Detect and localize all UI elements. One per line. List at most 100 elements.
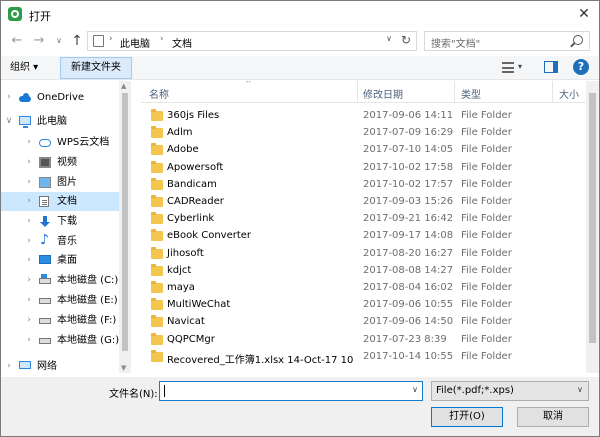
sidebar-item[interactable]: › 本地磁盘 (E:) <box>1 291 119 310</box>
file-row[interactable]: 360js Files 2017-09-06 14:11 File Folder <box>141 108 586 125</box>
recent-locations-button[interactable]: ∨ <box>51 32 67 50</box>
organize-menu-button[interactable]: 组织 ▾ <box>10 60 38 76</box>
file-row[interactable]: CADReader 2017-09-03 15:26 File Folder <box>141 194 586 211</box>
sidebar-scroll-thumb[interactable] <box>122 93 128 351</box>
sidebar-item-label: 此电脑 <box>37 116 67 127</box>
chevron-right-icon[interactable]: › <box>25 311 33 330</box>
forward-button[interactable]: → <box>31 32 47 50</box>
chevron-right-icon[interactable]: › <box>5 88 13 107</box>
file-row[interactable]: Bandicam 2017-10-02 17:57 File Folder <box>141 177 586 194</box>
file-type-select[interactable]: File(*.pdf;*.xps) ∨ <box>431 381 589 401</box>
folder-icon <box>151 143 163 156</box>
sidebar-item[interactable]: › 本地磁盘 (C:) <box>1 271 119 290</box>
navigation-bar: ← → ∨ ↑ › 此电脑 › 文档 ∨ ↻ 搜索"文档" <box>1 29 599 53</box>
file-row[interactable]: Apowersoft 2017-10-02 17:58 File Folder <box>141 160 586 177</box>
file-row[interactable]: Jihosoft 2017-08-20 16:27 File Folder <box>141 246 586 263</box>
breadcrumb-separator[interactable]: › <box>109 34 113 44</box>
chevron-right-icon[interactable]: › <box>25 331 33 350</box>
file-list-scrollbar[interactable] <box>586 81 599 373</box>
new-folder-button[interactable]: 新建文件夹 <box>60 57 132 79</box>
file-modified-date: 2017-10-02 17:57 <box>363 178 454 190</box>
chevron-right-icon[interactable]: › <box>25 251 33 270</box>
sidebar-item[interactable]: › 图片 <box>1 173 119 192</box>
address-bar[interactable]: › 此电脑 › 文档 ∨ ↻ <box>87 31 417 51</box>
sidebar-item[interactable]: ∨ 此电脑 <box>1 112 119 131</box>
dialog-footer: 文件名(N): ∨ File(*.pdf;*.xps) ∨ 打开(O) 取消 <box>1 377 599 436</box>
file-name: Navicat <box>167 316 205 328</box>
column-modified[interactable]: 修改日期 <box>363 86 403 101</box>
help-icon[interactable]: ? <box>573 59 589 75</box>
file-row[interactable]: eBook Converter 2017-09-17 14:08 File Fold… <box>141 228 586 245</box>
network-icon <box>19 361 31 369</box>
folder-icon <box>151 160 163 173</box>
sidebar-item[interactable]: › 文档 <box>1 192 119 211</box>
file-list-scroll-thumb[interactable] <box>589 93 596 343</box>
file-row[interactable]: Recovered_工作簿1.xlsx 14-Oct-17 10 2017-10-… <box>141 349 586 366</box>
chevron-right-icon[interactable]: › <box>25 173 33 192</box>
open-file-dialog: 打开 ✕ ← → ∨ ↑ › 此电脑 › 文档 ∨ ↻ 搜索"文档" 组织 ▾ … <box>0 0 600 437</box>
sidebar-item[interactable]: › 网络 <box>1 357 119 376</box>
sidebar-item[interactable]: › WPS云文档 <box>1 133 119 152</box>
column-name[interactable]: 名称 <box>149 86 169 101</box>
preview-pane-icon[interactable] <box>544 61 558 73</box>
file-row[interactable]: kdjct 2017-08-08 14:27 File Folder <box>141 263 586 280</box>
breadcrumb-separator[interactable]: › <box>160 34 164 44</box>
sidebar-item[interactable]: › 音乐 <box>1 231 119 251</box>
file-row[interactable]: Adobe 2017-07-10 14:05 File Folder <box>141 142 586 159</box>
sidebar-item[interactable]: › 桌面 <box>1 251 119 270</box>
file-row[interactable]: MultiWeChat 2017-09-06 10:55 File Folder <box>141 297 586 314</box>
chevron-right-icon[interactable]: › <box>25 192 33 211</box>
chevron-right-icon[interactable]: › <box>25 232 33 251</box>
column-size[interactable]: 大小 <box>559 86 579 101</box>
chevron-down-icon[interactable]: ∨ <box>5 112 13 131</box>
file-type: File Folder <box>461 282 512 293</box>
computer-icon <box>19 116 31 128</box>
filename-input[interactable]: ∨ <box>159 381 423 401</box>
cancel-button[interactable]: 取消 <box>517 407 589 427</box>
file-row[interactable]: Adlm 2017-07-09 16:29 File Folder <box>141 125 586 142</box>
file-row[interactable]: QQPCMgr 2017-07-23 8:39 File Folder <box>141 332 586 349</box>
search-input[interactable]: 搜索"文档" <box>424 31 590 51</box>
sidebar-item[interactable]: › OneDrive <box>1 88 119 107</box>
view-options-dropdown[interactable]: ▾ <box>518 62 522 71</box>
view-options-icon[interactable] <box>502 62 514 73</box>
file-list: ^ 名称 修改日期 类型 大小 360js Files 2017-09-06 14… <box>141 81 599 377</box>
folder-icon <box>151 281 163 293</box>
search-icon[interactable] <box>573 35 583 45</box>
breadcrumb-documents[interactable]: 文档 <box>172 35 192 50</box>
open-button[interactable]: 打开(O) <box>431 407 503 427</box>
folder-icon <box>151 126 163 139</box>
up-button[interactable]: ↑ <box>69 32 85 50</box>
column-type[interactable]: 类型 <box>461 86 481 101</box>
chevron-right-icon[interactable]: › <box>25 133 33 152</box>
column-divider[interactable] <box>357 81 358 103</box>
file-row[interactable]: Cyberlink 2017-09-21 16:42 File Folder <box>141 211 586 228</box>
scroll-down-icon[interactable]: ▼ <box>121 364 126 372</box>
back-button[interactable]: ← <box>9 32 25 50</box>
chevron-right-icon[interactable]: › <box>5 357 13 376</box>
filename-dropdown-icon[interactable]: ∨ <box>412 385 418 394</box>
chevron-right-icon[interactable]: › <box>25 291 33 310</box>
file-row[interactable]: Navicat 2017-09-06 14:50 File Folder <box>141 314 586 331</box>
sidebar-scrollbar[interactable]: ▲ ▼ <box>119 81 131 373</box>
folder-icon <box>151 298 163 311</box>
chevron-right-icon[interactable]: › <box>25 271 33 290</box>
file-type: File Folder <box>461 196 512 207</box>
column-divider[interactable] <box>454 81 455 103</box>
chevron-right-icon[interactable]: › <box>25 212 33 231</box>
chevron-right-icon[interactable]: › <box>25 153 33 172</box>
file-name: eBook Converter <box>167 230 252 242</box>
sidebar-item[interactable]: › 本地磁盘 (F:) <box>1 311 119 330</box>
breadcrumb-this-pc[interactable]: 此电脑 <box>120 35 150 50</box>
file-modified-date: 2017-09-03 15:26 <box>363 196 454 207</box>
close-button[interactable]: ✕ <box>575 5 593 23</box>
refresh-icon[interactable]: ↻ <box>401 33 411 47</box>
file-row[interactable]: maya 2017-08-04 16:02 File Folder <box>141 280 586 297</box>
column-divider[interactable] <box>552 81 553 103</box>
sidebar-item[interactable]: › 本地磁盘 (G:) <box>1 331 119 350</box>
sidebar-item[interactable]: › 下载 <box>1 212 119 231</box>
sidebar-item[interactable]: › 视频 <box>1 153 119 172</box>
address-dropdown-icon[interactable]: ∨ <box>386 34 392 43</box>
scroll-up-icon[interactable]: ▲ <box>121 82 126 90</box>
file-type-dropdown-icon[interactable]: ∨ <box>577 385 583 394</box>
